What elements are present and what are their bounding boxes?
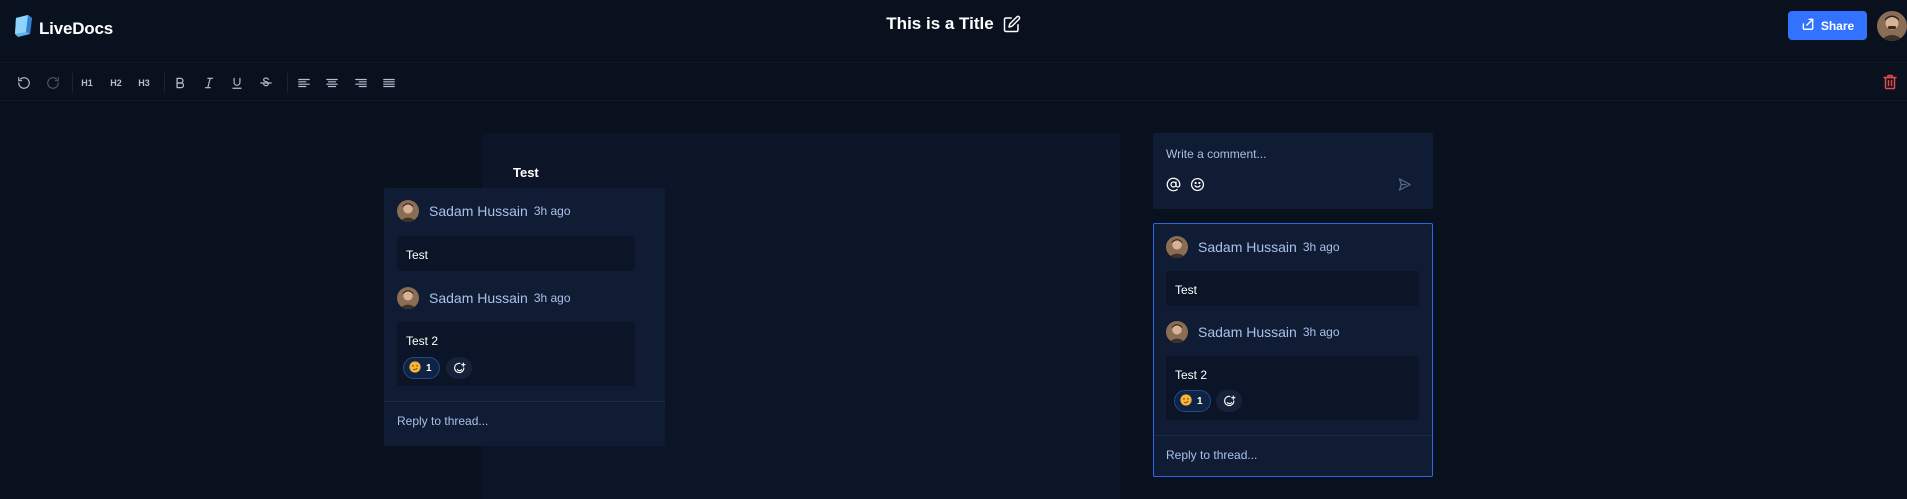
emoji-icon [1190, 177, 1205, 192]
sidebar-comment-thread[interactable]: Sadam Hussain 3h ago Test Sadam Hussain … [1153, 223, 1433, 477]
comment-text: Test 2 [406, 334, 439, 348]
thread-divider [1154, 435, 1432, 436]
mention-button[interactable] [1166, 177, 1181, 192]
share-icon [1801, 17, 1815, 34]
comment-timestamp: 3h ago [533, 204, 571, 218]
comment-body: Test [397, 236, 635, 271]
undo-icon [18, 76, 30, 89]
redo-button[interactable] [43, 64, 63, 101]
reaction-badge[interactable]: 1 [403, 357, 440, 379]
align-justify-icon [383, 78, 395, 87]
reaction-count: 1 [426, 362, 432, 374]
toolbar-divider [72, 73, 73, 93]
italic-button[interactable] [199, 64, 219, 101]
comment-header: Sadam Hussain 3h ago [397, 287, 571, 309]
comment-header: Sadam Hussain 3h ago [1166, 236, 1340, 258]
align-center-button[interactable] [322, 64, 342, 101]
trash-icon [1883, 74, 1897, 90]
add-reaction-button[interactable] [446, 357, 472, 379]
app-header: LiveDocs This is a Title Share [0, 0, 1907, 63]
send-icon [1398, 178, 1411, 191]
comment-text: Test [406, 248, 429, 262]
heading3-button[interactable]: H3 [134, 64, 154, 101]
document-title-area: This is a Title [0, 14, 1907, 34]
comment-text: Test 2 [1175, 368, 1208, 382]
comment-timestamp: 3h ago [1302, 240, 1340, 254]
comment-timestamp: 3h ago [533, 291, 571, 305]
send-button[interactable] [1397, 177, 1412, 192]
formatting-toolbar: H1 H2 H3 [0, 64, 1907, 101]
align-right-button[interactable] [351, 64, 371, 101]
emoji-button[interactable] [1190, 177, 1205, 192]
comment-author: Sadam Hussain [1198, 239, 1297, 255]
comment-composer[interactable]: Write a comment... [1153, 133, 1433, 209]
document-title[interactable]: This is a Title [886, 14, 993, 34]
share-button[interactable]: Share [1788, 11, 1867, 40]
reaction-badge[interactable]: 1 [1174, 390, 1211, 412]
underline-button[interactable] [227, 64, 247, 101]
add-reaction-button[interactable] [1216, 390, 1242, 412]
comment-author: Sadam Hussain [1198, 324, 1297, 340]
bold-button[interactable] [170, 64, 190, 101]
comment-body: Test [1166, 271, 1419, 306]
add-emoji-icon [453, 362, 465, 373]
comment-author: Sadam Hussain [429, 203, 528, 219]
undo-button[interactable] [14, 64, 34, 101]
reaction-count: 1 [1197, 395, 1203, 407]
strikethrough-icon [260, 76, 272, 86]
comment-author: Sadam Hussain [429, 290, 528, 306]
comment-header: Sadam Hussain 3h ago [1166, 321, 1340, 343]
comment-body: Test 2 1 [1166, 356, 1419, 420]
logo-text: LiveDocs [39, 18, 113, 38]
align-right-icon [355, 78, 367, 87]
comment-input[interactable]: Write a comment... [1166, 147, 1266, 161]
comment-timestamp: 3h ago [1302, 325, 1340, 339]
redo-icon [47, 76, 59, 89]
avatar [1166, 236, 1188, 258]
editor-content[interactable]: Test [513, 165, 539, 180]
add-emoji-icon [1223, 395, 1235, 406]
heading1-button[interactable]: H1 [78, 64, 96, 101]
align-justify-button[interactable] [379, 64, 399, 101]
smirk-emoji-icon [409, 360, 421, 376]
underline-icon [232, 77, 242, 89]
comment-text: Test [1175, 283, 1198, 297]
share-label: Share [1820, 18, 1855, 33]
toolbar-divider [164, 73, 165, 93]
align-left-button[interactable] [294, 64, 314, 101]
avatar [397, 200, 419, 222]
align-left-icon [298, 78, 310, 87]
delete-document-button[interactable] [1883, 74, 1897, 90]
at-icon [1166, 177, 1181, 192]
toolbar-divider [287, 73, 288, 93]
align-center-icon [326, 78, 338, 87]
reply-input[interactable]: Reply to thread... [1166, 448, 1257, 462]
strikethrough-button[interactable] [256, 64, 276, 101]
italic-icon [204, 77, 214, 88]
app-logo[interactable]: LiveDocs [14, 14, 113, 43]
comment-body: Test 2 1 [397, 322, 635, 386]
avatar [397, 287, 419, 309]
thread-divider [384, 401, 665, 402]
bold-icon [176, 77, 185, 88]
reply-input[interactable]: Reply to thread... [397, 414, 488, 428]
heading2-button[interactable]: H2 [106, 64, 126, 101]
edit-icon[interactable] [1003, 15, 1021, 33]
floating-comment-thread[interactable]: Sadam Hussain 3h ago Test Sadam Hussain … [384, 188, 665, 446]
smirk-emoji-icon [1180, 393, 1192, 409]
user-avatar[interactable] [1877, 11, 1907, 41]
logo-icon [14, 14, 34, 43]
comment-header: Sadam Hussain 3h ago [397, 200, 571, 222]
avatar [1166, 321, 1188, 343]
